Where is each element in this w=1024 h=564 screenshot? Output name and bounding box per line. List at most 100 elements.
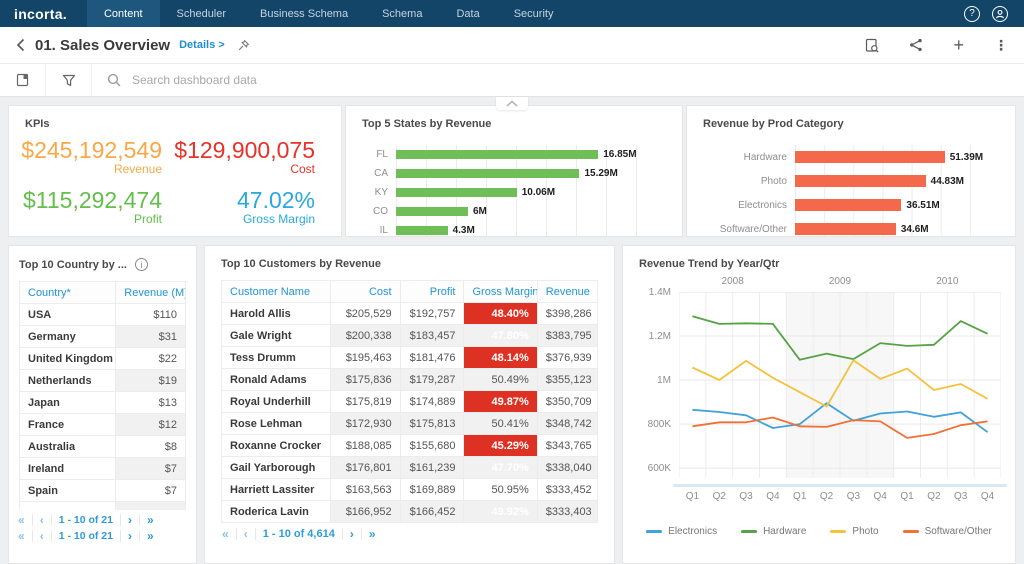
- search-icon: [107, 73, 121, 87]
- nav-item-data[interactable]: Data: [439, 0, 496, 27]
- nav-item-schema[interactable]: Schema: [365, 0, 439, 27]
- nav-item-business-schema[interactable]: Business Schema: [243, 0, 365, 27]
- bar-value-label: 36.51M: [906, 199, 940, 211]
- x-tick-label: Q3: [739, 491, 753, 502]
- filter-icon[interactable]: [46, 64, 92, 96]
- states-bar-chart: FL 16.85M CA 15.29M KY 10.06M CO 6M IL 4.3M: [362, 145, 666, 236]
- pagination-first-button[interactable]: «: [11, 529, 33, 542]
- nav-item-scheduler[interactable]: Scheduler: [160, 0, 244, 27]
- table-row: Gale Wright $200,338 $183,457 47.80% $383,79…: [220, 324, 599, 347]
- y-tick-label: 1.4M: [648, 287, 671, 298]
- top-country-title-text: Top 10 Country by ...: [19, 258, 127, 271]
- column-header-gross-margin[interactable]: Gross Margin: [463, 280, 538, 303]
- bar-row-co: CO 6M: [362, 202, 666, 221]
- customer-name-cell: Roderica Lavin: [220, 500, 332, 523]
- kpi-value: $129,900,075: [174, 137, 315, 163]
- customer-name-cell: Harriett Lassiter: [220, 478, 332, 501]
- pagination-last-button[interactable]: »: [140, 530, 161, 542]
- legend-item-hardware[interactable]: Hardware: [741, 526, 806, 537]
- more-options-icon[interactable]: ⋮: [994, 37, 1008, 54]
- nav-item-security[interactable]: Security: [497, 0, 571, 27]
- pagination-prev-button[interactable]: ‹: [33, 513, 52, 526]
- kpi-label: Cost: [290, 162, 315, 176]
- pagination-first-button[interactable]: «: [11, 513, 33, 526]
- bookmarks-panel-icon[interactable]: [0, 64, 46, 96]
- pagination-last-button[interactable]: »: [362, 528, 383, 540]
- pagination-next-button[interactable]: ›: [121, 513, 140, 526]
- column-header-revenue[interactable]: Revenue: [536, 280, 599, 303]
- bar-row-software-other: Software/Other 34.6M: [703, 217, 999, 236]
- pagination-first-button[interactable]: «: [215, 528, 237, 540]
- bar-category-label: KY: [374, 187, 388, 198]
- country-cell: Netherlands: [18, 369, 117, 392]
- x-axis-bar[interactable]: [673, 484, 1007, 487]
- customer-name-cell: Rose Lehman: [220, 412, 332, 435]
- legend-swatch: [902, 530, 919, 533]
- country-cell: United Kingdom: [18, 347, 117, 370]
- country-cell: Spain: [18, 479, 117, 502]
- details-link[interactable]: Details >: [179, 39, 225, 51]
- gross-margin-cell: 48.14%: [463, 346, 538, 369]
- add-button[interactable]: +: [953, 36, 964, 54]
- bar-track: 44.83M: [795, 169, 999, 193]
- customers-table: Customer Name Cost Profit Gross Margin Reven…: [205, 280, 614, 523]
- nav-right-icons: ?: [964, 0, 1024, 27]
- customer-name-cell: Gale Wright: [220, 324, 332, 347]
- table-row: Tess Drumm $195,463 $181,476 48.14% $376,939: [220, 346, 599, 369]
- pagination-next-button[interactable]: ›: [343, 528, 362, 540]
- cost-cell: $200,338: [330, 324, 401, 347]
- column-header-cost[interactable]: Cost: [330, 280, 401, 303]
- revenue-trend-title: Revenue Trend by Year/Qtr: [639, 258, 780, 270]
- pagination-prev-button[interactable]: ‹: [33, 529, 52, 542]
- bar: [396, 169, 580, 178]
- pin-icon[interactable]: [237, 39, 250, 52]
- profile-icon[interactable]: [992, 5, 1008, 22]
- insights-report-icon[interactable]: [865, 38, 880, 53]
- bar: [396, 188, 517, 197]
- nav-item-content[interactable]: Content: [86, 0, 160, 27]
- year-label-2008: 2008: [721, 276, 744, 287]
- profit-cell: $192,757: [399, 302, 465, 325]
- share-icon[interactable]: [909, 38, 923, 52]
- legend-item-photo[interactable]: Photo: [830, 526, 879, 537]
- x-tick-label: Q2: [712, 491, 726, 502]
- collapse-filters-button[interactable]: [496, 97, 528, 110]
- dashboard-content: KPIs $245,192,549 Revenue $129,900,075 Cost…: [0, 97, 1024, 564]
- top-country-title: Top 10 Country by ... i: [9, 246, 196, 271]
- profit-cell: $166,452: [399, 500, 465, 523]
- profit-cell: $169,889: [399, 478, 465, 501]
- search-input[interactable]: [130, 72, 550, 88]
- revenue-cell: $350,709: [536, 390, 599, 413]
- prod-category-title: Revenue by Prod Category: [703, 118, 844, 130]
- bar-track: 15.29M: [396, 164, 666, 183]
- revenue-cell: $8: [115, 435, 186, 458]
- legend-label: Hardware: [763, 526, 807, 537]
- table-row: Spain $7: [18, 479, 186, 502]
- back-button[interactable]: [16, 38, 25, 52]
- pagination-next-button[interactable]: ›: [121, 529, 140, 542]
- panels-row-2: Top 10 Country by ... i Country* Revenue …: [8, 245, 1016, 564]
- help-icon[interactable]: ?: [964, 5, 980, 22]
- column-header-revenue-m[interactable]: Revenue (M): [115, 281, 186, 304]
- legend-item-software-other[interactable]: Software/Other: [902, 526, 992, 537]
- column-header-profit[interactable]: Profit: [399, 280, 465, 303]
- pagination-last-button[interactable]: »: [140, 514, 161, 526]
- revenue-cell: $333,403: [536, 500, 599, 523]
- table-row: Harriett Lassiter $163,563 $169,889 50.95% $…: [220, 478, 599, 501]
- revenue-cell: $383,795: [536, 324, 599, 347]
- year-label-2010: 2010: [936, 276, 959, 287]
- x-tick-label: Q4: [873, 491, 887, 502]
- bar-category-label: CA: [374, 168, 388, 179]
- country-paginations: «‹ 1 - 10 of 21 ›» «‹ 1 - 10 of 21 ›»: [9, 510, 196, 542]
- column-header-customer-name[interactable]: Customer Name: [220, 280, 332, 303]
- bar-category-label: IL: [379, 225, 388, 236]
- legend-item-electronics[interactable]: Electronics: [646, 526, 717, 537]
- customer-name-cell: Roxanne Crocker: [220, 434, 332, 457]
- pagination-prev-button[interactable]: ‹: [237, 528, 256, 540]
- x-tick-label: Q4: [766, 491, 780, 502]
- legend-label: Software/Other: [924, 526, 992, 537]
- bar-row-electronics: Electronics 36.51M: [703, 193, 999, 217]
- table-row: Rose Lehman $172,930 $175,813 50.41% $348,74…: [220, 412, 599, 435]
- info-icon[interactable]: i: [134, 258, 148, 271]
- column-header-country[interactable]: Country*: [18, 281, 117, 304]
